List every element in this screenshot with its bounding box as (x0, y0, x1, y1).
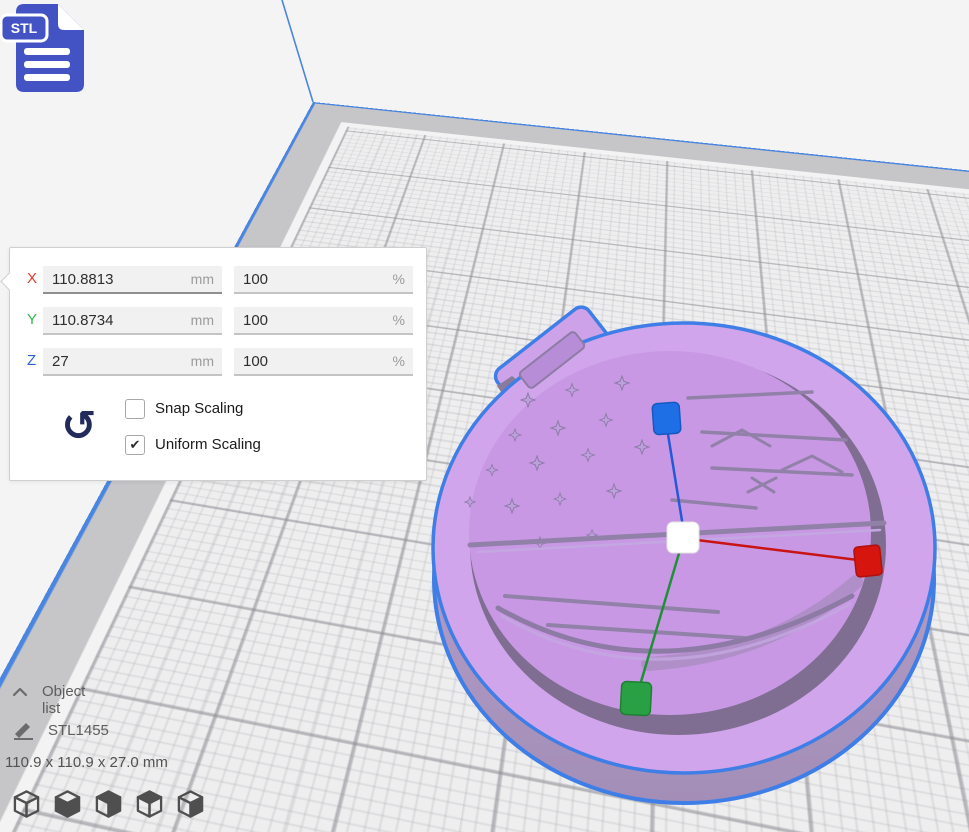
y-size-field: mm (43, 307, 222, 335)
x-percent-field: % (234, 266, 413, 294)
axis-y-label: Y (27, 311, 43, 328)
z-percent-input[interactable] (234, 348, 413, 374)
pencil-icon[interactable] (11, 720, 37, 740)
gizmo-handle-center[interactable] (667, 522, 699, 553)
x-size-unit: mm (191, 271, 214, 287)
gizmo-handle-green[interactable] (620, 681, 652, 716)
scale-row-y: Y mm % (10, 307, 426, 335)
y-percent-input[interactable] (234, 307, 413, 333)
axis-x-label: X (27, 270, 43, 287)
reset-scale-icon[interactable]: ↺ (56, 402, 102, 452)
view-front-icon[interactable] (53, 788, 82, 820)
stl-badge-label: STL (11, 20, 38, 36)
y-percent-field: % (234, 307, 413, 335)
view-preset-toolbar (12, 788, 205, 820)
scale-row-x: X mm % (10, 266, 426, 294)
z-percent-unit: % (393, 353, 405, 369)
view-3d-icon[interactable] (12, 788, 41, 820)
z-size-field: mm (43, 348, 222, 376)
uniform-check-glyph: ✔ (130, 437, 141, 452)
chevron-up-icon[interactable] (12, 687, 28, 697)
object-list-header[interactable]: Object list (42, 683, 85, 717)
gizmo-handle-blue[interactable] (652, 402, 681, 435)
x-size-field: mm (43, 266, 222, 294)
object-list-item-name[interactable]: STL1455 (48, 722, 109, 739)
object-dimensions: 110.9 x 110.9 x 27.0 mm (5, 754, 168, 771)
z-percent-field: % (234, 348, 413, 376)
scale-tool-panel: X mm % Y mm % Z mm (9, 247, 427, 481)
uniform-scaling-label: Uniform Scaling (155, 436, 261, 453)
view-top-icon[interactable] (94, 788, 123, 820)
snap-scaling-checkbox[interactable] (125, 399, 145, 419)
view-right-icon[interactable] (176, 788, 205, 820)
slicer-3d-viewport: X mm % Y mm % Z mm (0, 0, 969, 832)
y-size-unit: mm (191, 312, 214, 328)
x-percent-unit: % (393, 271, 405, 287)
z-size-unit: mm (191, 353, 214, 369)
y-percent-unit: % (393, 312, 405, 328)
gizmo-handle-red[interactable] (854, 545, 883, 578)
view-left-icon[interactable] (135, 788, 164, 820)
snap-scaling-label: Snap Scaling (155, 400, 243, 417)
scale-row-z: Z mm % (10, 348, 426, 376)
axis-z-label: Z (27, 352, 43, 369)
stl-file-icon: STL (0, 0, 92, 96)
x-percent-input[interactable] (234, 266, 413, 292)
uniform-scaling-checkbox[interactable]: ✔ (125, 435, 145, 455)
